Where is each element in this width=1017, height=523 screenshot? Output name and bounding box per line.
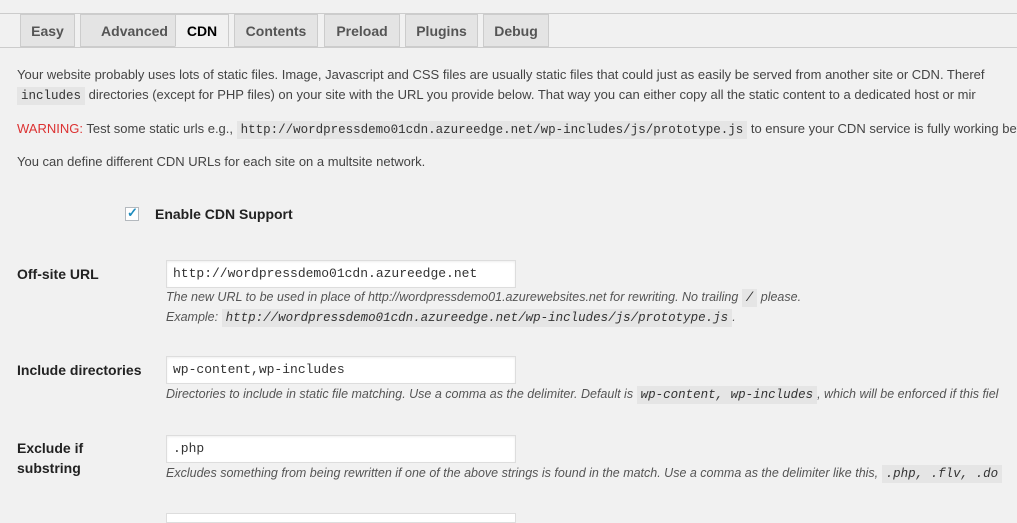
tab-preload[interactable]: Preload	[324, 14, 400, 47]
trailing-slash-code: /	[741, 289, 758, 307]
intro-line-1: Your website probably uses lots of stati…	[17, 66, 985, 84]
example-prefix: Example:	[166, 310, 222, 324]
multisite-note: You can define different CDN URLs for ea…	[17, 154, 426, 169]
tab-debug[interactable]: Debug	[483, 14, 549, 47]
exclude-desc-text: Excludes something from being rewritten …	[166, 466, 882, 480]
offsite-desc-text: The new URL to be used in place of http:…	[166, 290, 742, 304]
example-end: .	[732, 310, 736, 324]
tab-plugins[interactable]: Plugins	[405, 14, 478, 47]
enable-cdn-label[interactable]: Enable CDN Support	[155, 206, 293, 222]
example-url-code: http://wordpressdemo01cdn.azureedge.net/…	[221, 309, 733, 327]
exclude-substring-label: Exclude if substring	[17, 438, 83, 478]
offsite-desc-end: please.	[757, 290, 802, 304]
includes-code: includes	[17, 87, 86, 105]
enable-cdn-checkbox[interactable]: ✓	[125, 205, 139, 221]
checkmark-icon: ✓	[127, 205, 138, 220]
intro-text-2: directories (except for PHP files) on yo…	[85, 87, 976, 102]
tab-contents[interactable]: Contents	[234, 14, 318, 47]
intro-line-2: includes directories (except for PHP fil…	[17, 86, 976, 105]
offsite-url-input[interactable]: http://wordpressdemo01cdn.azureedge.net	[166, 260, 516, 288]
intro-text: Your website probably uses lots of stati…	[17, 67, 985, 82]
exclude-substring-input[interactable]: .php	[166, 435, 516, 463]
default-dirs-code: wp-content, wp-includes	[636, 386, 818, 404]
offsite-url-label: Off-site URL	[17, 266, 99, 282]
warning-label: WARNING:	[17, 121, 83, 136]
exclude-example-code: .php, .flv, .do	[881, 465, 1003, 483]
next-field-input[interactable]	[166, 513, 516, 523]
include-desc-end: , which will be enforced if this fiel	[817, 387, 999, 401]
include-dirs-input[interactable]: wp-content,wp-includes	[166, 356, 516, 384]
tabs-baseline	[0, 47, 1017, 48]
warning-text: Test some static urls e.g.,	[82, 121, 237, 136]
exclude-label-line-1: Exclude if	[17, 440, 84, 456]
include-dirs-desc: Directories to include in static file ma…	[166, 385, 998, 404]
include-dirs-label: Include directories	[17, 362, 142, 378]
warning-text-after: to ensure your CDN service is fully work…	[747, 121, 1017, 136]
include-desc-text: Directories to include in static file ma…	[166, 387, 637, 401]
warning-example-url: http://wordpressdemo01cdn.azureedge.net/…	[236, 121, 748, 139]
warning-line: WARNING: Test some static urls e.g., htt…	[17, 120, 1017, 139]
tab-advanced[interactable]: Advanced	[80, 14, 189, 47]
exclude-label-line-2: substring	[17, 460, 81, 476]
tab-cdn[interactable]: CDN	[175, 14, 229, 47]
offsite-url-desc-1: The new URL to be used in place of http:…	[166, 288, 801, 307]
exclude-substring-desc: Excludes something from being rewritten …	[166, 464, 1003, 483]
offsite-url-desc-2: Example: http://wordpressdemo01cdn.azure…	[166, 308, 736, 327]
tab-easy[interactable]: Easy	[20, 14, 75, 47]
